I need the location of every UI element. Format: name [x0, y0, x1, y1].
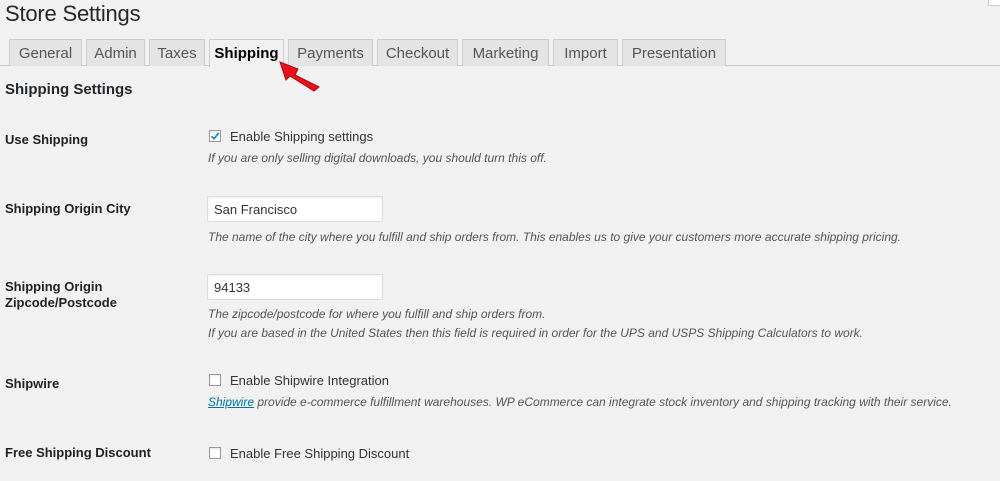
free-shipping-option: Enable Free Shipping Discount	[209, 445, 409, 461]
free-shipping-checkbox[interactable]	[209, 447, 221, 459]
origin-zip-description-line1: The zipcode/postcode for where you fulfi…	[208, 307, 546, 321]
use-shipping-checkbox[interactable]	[209, 130, 221, 142]
section-title: Shipping Settings	[5, 81, 133, 98]
origin-zip-description-line2: If you are based in the United States th…	[208, 326, 864, 340]
free-shipping-label: Free Shipping Discount	[5, 445, 151, 460]
origin-zip-label-line1: Shipping Origin	[5, 279, 103, 294]
use-shipping-description: If you are only selling digital download…	[208, 151, 547, 165]
shipwire-label: Shipwire	[5, 376, 60, 391]
origin-city-description: The name of the city where you fulfill a…	[208, 230, 901, 244]
shipwire-option: Enable Shipwire Integration	[209, 372, 389, 388]
red-arrow-icon	[279, 61, 320, 92]
shipwire-description: Shipwire provide e-commerce fulfillment …	[208, 395, 952, 409]
tab-taxes[interactable]: Taxes	[149, 39, 205, 66]
origin-city-label: Shipping Origin City	[5, 201, 131, 216]
tab-general[interactable]: General	[9, 39, 82, 66]
free-shipping-checkbox-label: Enable Free Shipping Discount	[230, 445, 410, 461]
tab-marketing[interactable]: Marketing	[462, 39, 549, 66]
use-shipping-label: Use Shipping	[5, 132, 89, 147]
use-shipping-checkbox-label: Enable Shipping settings	[230, 128, 374, 144]
origin-zip-label: Shipping Origin Zipcode/Postcode	[5, 279, 117, 311]
page-title: Store Settings	[5, 1, 141, 26]
origin-zip-input[interactable]	[207, 274, 383, 300]
checkmark-icon	[210, 132, 220, 141]
tab-presentation[interactable]: Presentation	[622, 39, 726, 66]
tab-import[interactable]: Import	[553, 39, 618, 66]
shipwire-link[interactable]: Shipwire	[208, 395, 254, 409]
window-corner	[988, 0, 1000, 6]
origin-city-input[interactable]	[207, 196, 383, 222]
tab-checkout[interactable]: Checkout	[377, 39, 458, 66]
shipwire-description-text: provide e-commerce fulfillment warehouse…	[254, 395, 952, 409]
settings-tabs: General Admin Taxes Shipping Payments Ch…	[0, 39, 1000, 67]
shipwire-checkbox-label: Enable Shipwire Integration	[230, 372, 389, 388]
tab-admin[interactable]: Admin	[86, 39, 145, 66]
origin-zip-label-line2: Zipcode/Postcode	[5, 295, 117, 310]
shipwire-checkbox[interactable]	[209, 374, 221, 386]
use-shipping-option: Enable Shipping settings	[209, 128, 373, 144]
